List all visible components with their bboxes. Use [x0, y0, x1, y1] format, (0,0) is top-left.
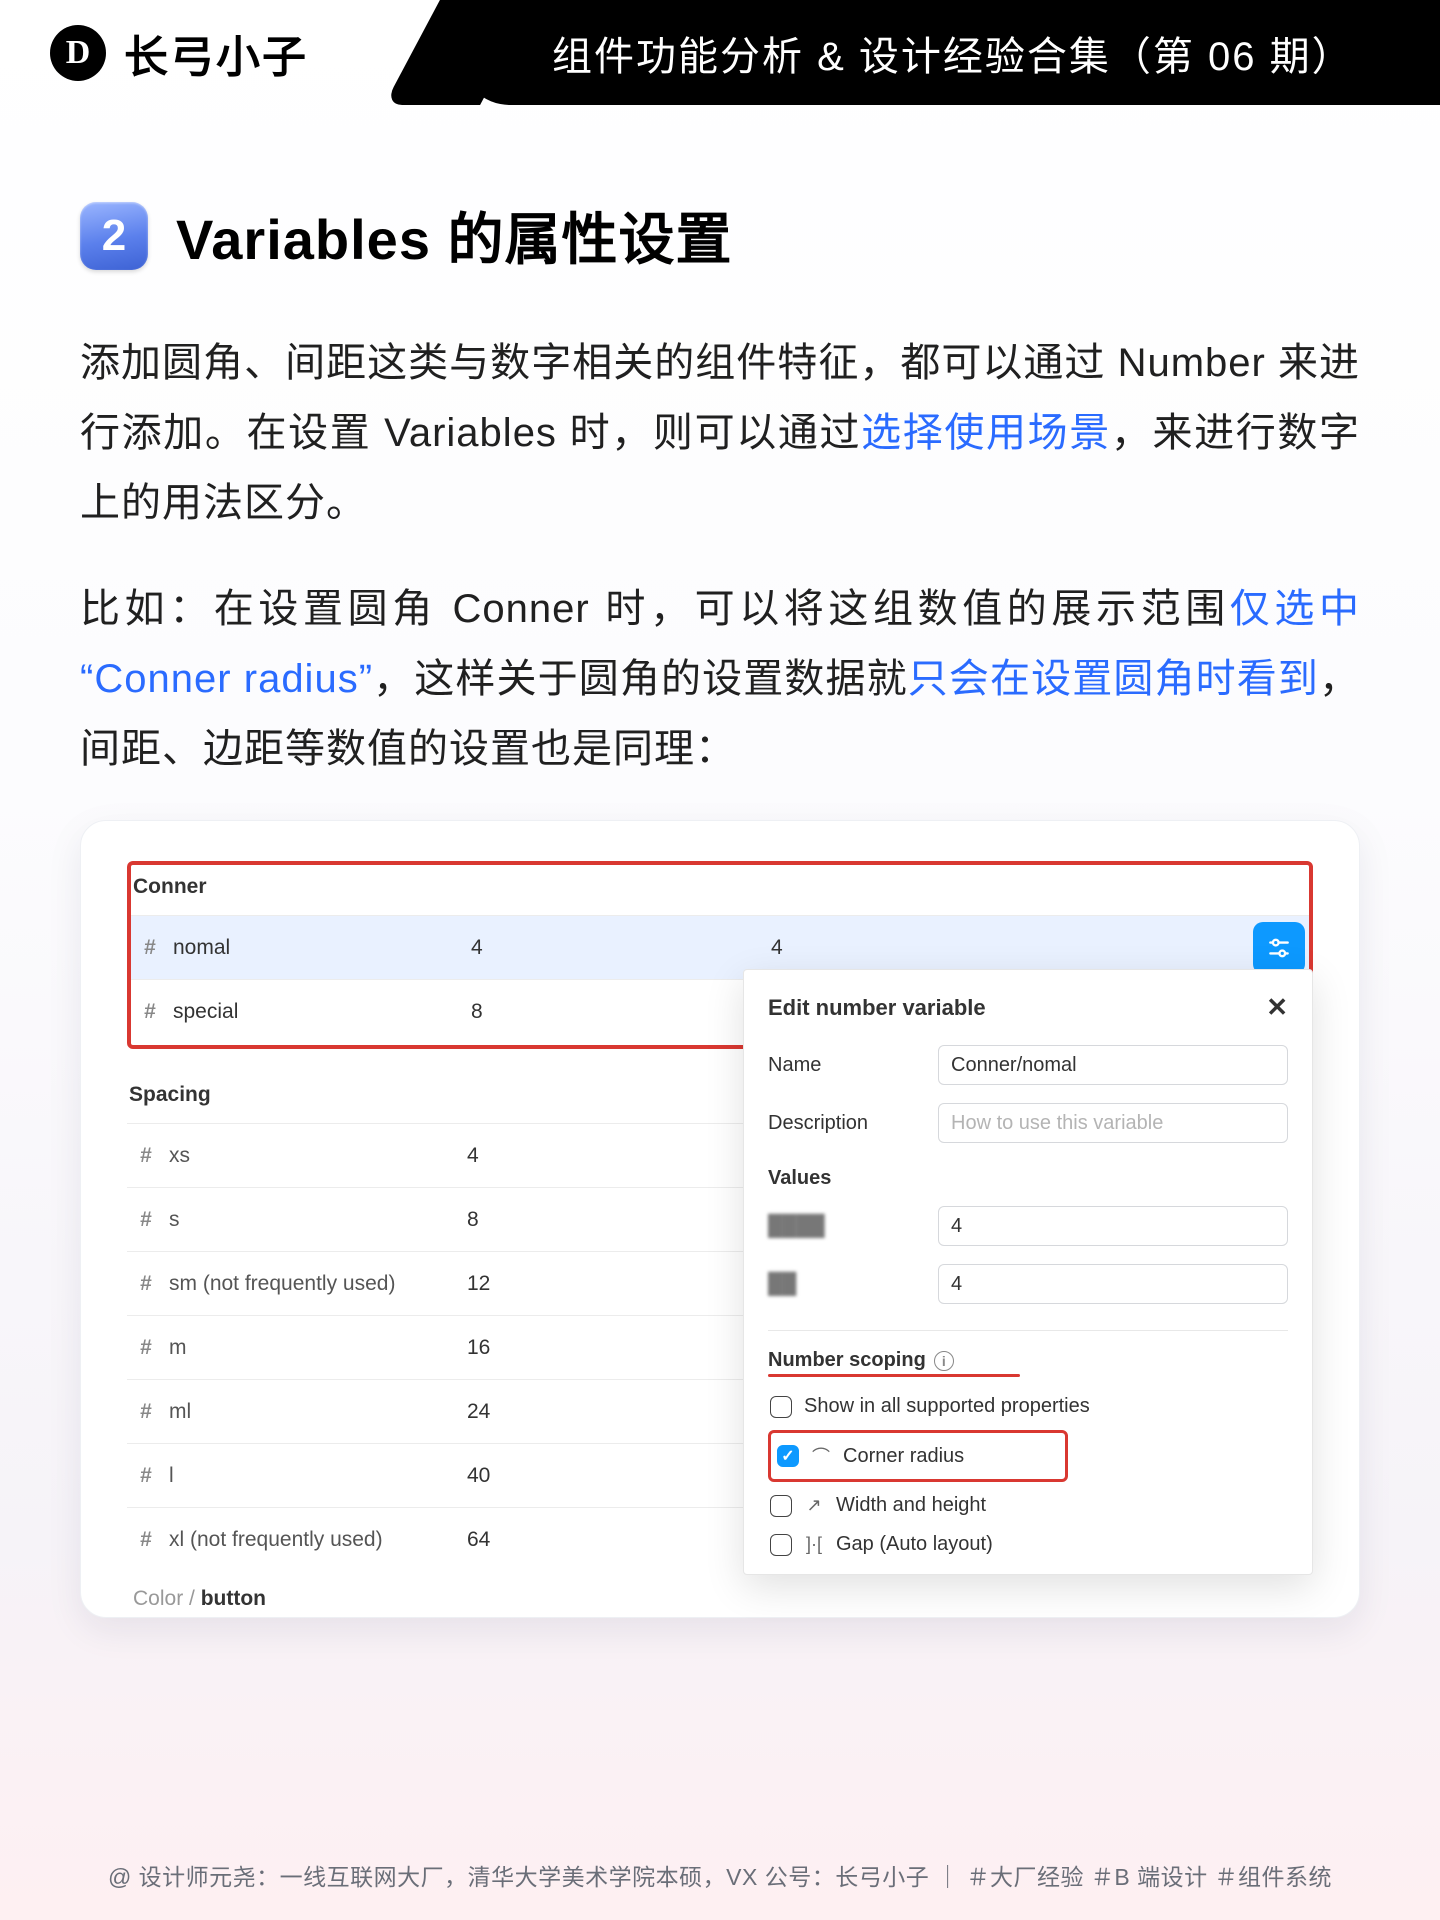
variable-value-cell: 4 [471, 936, 771, 960]
variable-name-cell: # nomal [131, 936, 471, 960]
brand-wrap: D 长弓小子 [0, 21, 308, 85]
hash-icon: # [135, 1529, 157, 1551]
hash-icon: # [139, 1001, 161, 1023]
highlight: 只会在设置圆角时看到 [908, 657, 1319, 701]
annotation-underline [768, 1374, 1020, 1377]
article-body: 2 Variables 的属性设置 添加圆角、间距这类与数字相关的组件特征，都可… [0, 105, 1440, 1618]
description-label: Description [768, 1112, 918, 1135]
highlight-box-red: ✓ ⌒ Corner radius [768, 1430, 1068, 1482]
variables-panel: Conner # nomal 4 4 # special [103, 843, 1337, 1617]
hash-icon: # [135, 1337, 157, 1359]
info-icon[interactable]: i [934, 1351, 954, 1371]
header-title: 组件功能分析 & 设计经验合集（第 06 期） [460, 0, 1440, 105]
hash-icon: # [135, 1209, 157, 1231]
variable-name-cell: # special [131, 1000, 471, 1024]
hash-icon: # [135, 1465, 157, 1487]
hash-icon: # [135, 1145, 157, 1167]
hash-icon: # [135, 1401, 157, 1423]
logo-icon: D [50, 25, 106, 81]
values-heading: Values [768, 1167, 1288, 1190]
checkbox-checked[interactable]: ✓ [777, 1445, 799, 1467]
footer-credits: @ 设计师元尧：一线互联网大厂，清华大学美术学院本硕，VX 公号：长弓小子 ｜ … [0, 1858, 1440, 1892]
brand-name: 长弓小子 [124, 21, 308, 85]
scope-option[interactable]: ✓ ⌒ Corner radius [775, 1435, 1061, 1477]
group-title-conner: Conner [131, 867, 1309, 915]
checkbox[interactable] [770, 1396, 792, 1418]
collection-path: Color / button [127, 1571, 1313, 1617]
header: D 长弓小子 组件功能分析 & 设计经验合集（第 06 期） [0, 0, 1440, 105]
scope-option[interactable]: ↗ Width and height [768, 1486, 1288, 1525]
variable-value-cell: 8 [471, 1000, 771, 1024]
paragraph-2: 比如：在设置圆角 Conner 时，可以将这组数值的展示范围仅选中 “Conne… [80, 574, 1360, 784]
hash-icon: # [139, 937, 161, 959]
name-input[interactable]: Conner/nomal [938, 1045, 1288, 1085]
value-input[interactable]: 4 [938, 1206, 1288, 1246]
hash-icon: # [135, 1273, 157, 1295]
variable-value-cell: 4 [771, 936, 1253, 960]
close-icon[interactable]: ✕ [1266, 992, 1288, 1023]
scoping-heading: Number scoping i [768, 1330, 1288, 1372]
popover-title: Edit number variable [768, 995, 986, 1021]
section-number-badge: 2 [80, 202, 148, 270]
mode-label-blurred: ████ [768, 1215, 918, 1238]
variable-settings-button[interactable] [1253, 922, 1305, 974]
highlight: 选择使用场景 [861, 411, 1111, 455]
edit-variable-popover: Edit number variable ✕ Name Conner/nomal… [743, 969, 1313, 1575]
description-input[interactable]: How to use this variable [938, 1103, 1288, 1143]
section-title: 2 Variables 的属性设置 [80, 195, 1360, 276]
section-heading: Variables 的属性设置 [176, 195, 733, 276]
dimensions-icon: ↗ [804, 1495, 824, 1516]
mode-label-blurred: ██ [768, 1273, 918, 1296]
gap-icon: ]·[ [804, 1534, 824, 1555]
scope-option[interactable]: ]·[ Gap (Auto layout) [768, 1525, 1288, 1564]
value-input[interactable]: 4 [938, 1264, 1288, 1304]
checkbox[interactable] [770, 1534, 792, 1556]
paragraph-1: 添加圆角、间距这类与数字相关的组件特征，都可以通过 Number 来进行添加。在… [80, 328, 1360, 538]
checkbox[interactable] [770, 1495, 792, 1517]
name-label: Name [768, 1054, 918, 1077]
figure-screenshot: Conner # nomal 4 4 # special [80, 820, 1360, 1618]
scope-option[interactable]: Show in all supported properties [768, 1387, 1288, 1426]
corner-radius-icon: ⌒ [811, 1443, 831, 1469]
